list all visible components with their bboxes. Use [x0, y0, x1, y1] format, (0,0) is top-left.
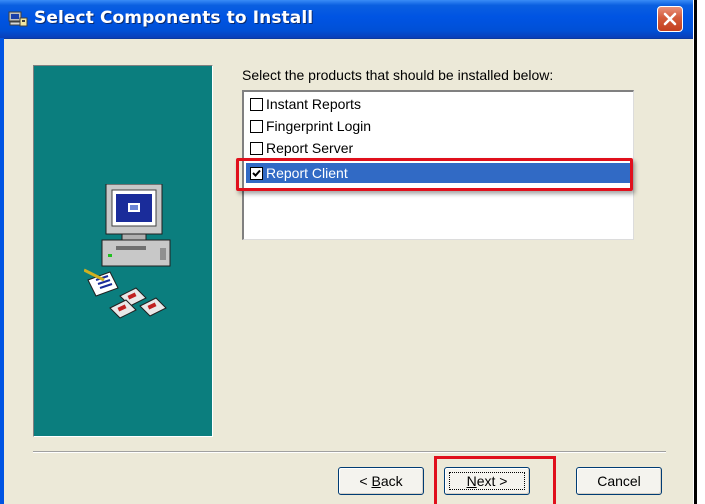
- separator-line: [33, 451, 666, 453]
- highlight-report-client: [236, 158, 633, 191]
- list-item-instant-reports[interactable]: Instant Reports: [246, 94, 361, 114]
- computer-illustration: [84, 184, 171, 319]
- window-frame-left: [0, 38, 4, 504]
- screen-edge-line: [694, 0, 697, 504]
- title-bar[interactable]: Select Components to Install: [0, 0, 693, 39]
- list-item-report-server[interactable]: Report Server: [246, 138, 353, 158]
- checkbox-report-server[interactable]: [250, 141, 263, 155]
- side-panel: [33, 65, 213, 437]
- installer-dialog: Select Components to Install Select the …: [0, 0, 705, 504]
- close-button[interactable]: [657, 6, 683, 32]
- list-item-label: Instant Reports: [266, 96, 361, 112]
- list-item-label: Fingerprint Login: [266, 118, 372, 134]
- checkbox-fingerprint-login[interactable]: [250, 119, 263, 133]
- cancel-button[interactable]: Cancel: [576, 467, 662, 495]
- back-button-mnemonic: B: [371, 473, 381, 489]
- back-button-prefix: <: [359, 473, 372, 489]
- highlight-next-button: [434, 456, 556, 504]
- back-button[interactable]: < Back: [338, 467, 424, 495]
- back-button-rest: ack: [380, 473, 403, 489]
- instruction-text: Select the products that should be insta…: [242, 67, 554, 83]
- list-item-fingerprint-login[interactable]: Fingerprint Login: [246, 116, 371, 136]
- checkbox-instant-reports[interactable]: [250, 97, 263, 111]
- installer-icon: [8, 9, 28, 29]
- list-item-label: Report Server: [266, 140, 354, 156]
- close-icon: [663, 12, 677, 26]
- window-title: Select Components to Install: [34, 8, 314, 28]
